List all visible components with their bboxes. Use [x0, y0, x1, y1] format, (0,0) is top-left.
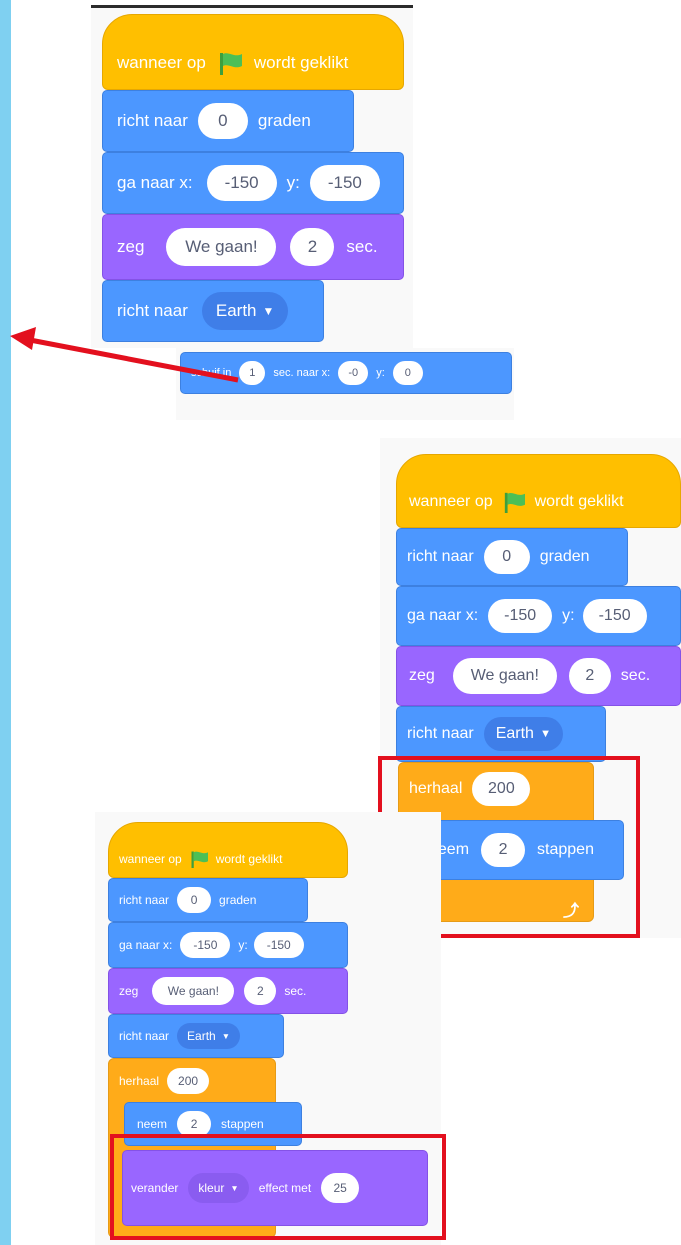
- target-dropdown[interactable]: Earth ▼: [177, 1023, 241, 1049]
- block-label: ga naar x:: [117, 173, 193, 192]
- y-input[interactable]: 0: [392, 361, 423, 385]
- message-input[interactable]: We gaan!: [452, 658, 557, 694]
- repeat-count-input[interactable]: 200: [167, 1068, 210, 1094]
- block-label: neem: [137, 1117, 168, 1131]
- go-to-xy-block[interactable]: ga naar x: -150 y: -150: [396, 586, 681, 646]
- y-label: y:: [238, 938, 248, 952]
- secs-input[interactable]: 2: [244, 977, 277, 1005]
- block-label: richt naar: [119, 1029, 170, 1043]
- block-label: richt naar: [119, 893, 170, 907]
- block-label: herhaal: [119, 1074, 160, 1088]
- direction-input[interactable]: 0: [197, 103, 248, 139]
- block-label: richt naar: [117, 301, 188, 320]
- block-label: richt naar: [117, 111, 188, 130]
- green-flag-icon: [191, 851, 208, 868]
- when-flag-clicked-hat[interactable]: wanneer op wordt geklikt: [108, 822, 348, 878]
- point-in-direction-block[interactable]: richt naar 0 graden: [396, 528, 628, 586]
- x-input[interactable]: -150: [488, 599, 553, 633]
- y-label: y:: [376, 367, 385, 379]
- point-in-direction-block[interactable]: richt naar 0 graden: [108, 878, 308, 922]
- y-input[interactable]: -150: [582, 599, 647, 633]
- when-flag-clicked-hat[interactable]: wanneer op wordt geklikt: [396, 454, 681, 528]
- direction-input[interactable]: 0: [483, 540, 530, 574]
- point-in-direction-block[interactable]: richt naar 0 graden: [102, 90, 354, 152]
- block-label-post: graden: [219, 893, 257, 907]
- block-label: richt naar: [407, 548, 474, 565]
- point-towards-block[interactable]: richt naar Earth ▼: [396, 706, 606, 762]
- dropdown-caret-icon: ▼: [221, 1031, 231, 1041]
- dropdown-value: Earth: [495, 725, 534, 742]
- block-label-post: graden: [257, 111, 311, 130]
- y-input[interactable]: -150: [309, 165, 380, 201]
- hat-label-pre: wanneer op: [119, 852, 182, 866]
- say-for-secs-block[interactable]: zeg We gaan! 2 sec.: [396, 646, 681, 706]
- say-for-secs-block[interactable]: zeg We gaan! 2 sec.: [102, 214, 404, 280]
- secs-input[interactable]: 2: [568, 658, 611, 694]
- highlight-box-change-effect: [110, 1134, 446, 1240]
- block-label: zeg: [117, 237, 145, 256]
- block-label-post: graden: [539, 548, 590, 565]
- dropdown-value: Earth: [187, 1029, 216, 1043]
- block-label-post: stappen: [221, 1117, 264, 1131]
- block-label-mid: sec. naar x:: [273, 367, 331, 379]
- point-towards-block[interactable]: richt naar Earth ▼: [102, 280, 324, 342]
- x-input[interactable]: -150: [180, 932, 231, 958]
- when-flag-clicked-hat[interactable]: wanneer op wordt geklikt: [102, 14, 404, 90]
- point-towards-block[interactable]: richt naar Earth ▼: [108, 1014, 284, 1058]
- block-label: ga naar x:: [119, 938, 173, 952]
- block-label: ga naar x:: [407, 607, 479, 624]
- y-input[interactable]: -150: [253, 932, 304, 958]
- go-to-xy-block[interactable]: ga naar x: -150 y: -150: [108, 922, 348, 968]
- glide-block[interactable]: schuif in 1 sec. naar x: -0 y: 0: [180, 352, 512, 394]
- message-input[interactable]: We gaan!: [166, 228, 277, 266]
- hat-label-post: wordt geklikt: [253, 53, 349, 72]
- hat-label-pre: wanneer op: [409, 493, 493, 510]
- left-sidebar-strip: [0, 0, 11, 1245]
- block-label: richt naar: [407, 725, 474, 742]
- green-flag-icon: [219, 53, 242, 75]
- dropdown-caret-icon: ▼: [262, 304, 275, 318]
- hat-label-pre: wanneer op: [117, 53, 206, 72]
- y-label: y:: [562, 607, 575, 624]
- direction-input[interactable]: 0: [177, 887, 212, 913]
- go-to-xy-block[interactable]: ga naar x: -150 y: -150: [102, 152, 404, 214]
- target-dropdown[interactable]: Earth ▼: [201, 292, 289, 330]
- x-input[interactable]: -150: [206, 165, 277, 201]
- target-dropdown[interactable]: Earth ▼: [483, 717, 564, 751]
- hat-label-post: wordt geklikt: [215, 852, 283, 866]
- panel-top-border: [91, 5, 413, 8]
- y-label: y:: [286, 173, 300, 192]
- x-input[interactable]: -0: [338, 361, 369, 385]
- block-label: zeg: [409, 667, 435, 684]
- dropdown-value: Earth: [215, 301, 257, 320]
- hat-label-post: wordt geklikt: [534, 493, 624, 510]
- dropdown-caret-icon: ▼: [539, 728, 552, 740]
- block-label-post: sec.: [346, 237, 378, 256]
- green-flag-icon: [504, 492, 525, 513]
- block-label: zeg: [119, 984, 139, 998]
- secs-input[interactable]: 2: [290, 228, 335, 266]
- block-label-post: sec.: [620, 667, 651, 684]
- secs-input[interactable]: 1: [239, 361, 266, 385]
- block-label-post: sec.: [284, 984, 307, 998]
- message-input[interactable]: We gaan!: [152, 977, 235, 1005]
- say-for-secs-block[interactable]: zeg We gaan! 2 sec.: [108, 968, 348, 1014]
- block-label: schuif in: [191, 367, 232, 379]
